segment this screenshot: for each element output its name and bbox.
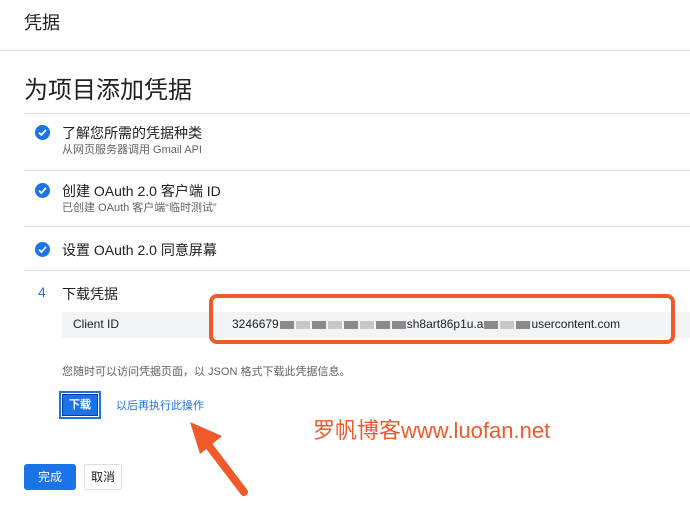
download-button[interactable]: 下载 [59, 391, 101, 419]
step-1-label: 了解您所需的凭据种类 [62, 125, 202, 141]
step-4-label: 下载凭据 [62, 286, 118, 302]
annotation-highlight-box [209, 294, 675, 344]
divider [24, 170, 690, 171]
divider [24, 270, 690, 271]
client-id-key: Client ID [73, 317, 120, 331]
annotation-arrow-icon [190, 422, 248, 496]
check-circle-icon [35, 183, 50, 198]
divider [24, 113, 690, 114]
step-3-label: 设置 OAuth 2.0 同意屏幕 [62, 242, 217, 258]
step-2-subtitle: 已创建 OAuth 客户端“临时测试” [62, 202, 217, 214]
step-2-label: 创建 OAuth 2.0 客户端 ID [62, 183, 221, 199]
check-circle-icon [35, 125, 50, 140]
header-title: 凭据 [24, 13, 60, 33]
step-1-subtitle: 从网页服务器调用 Gmail API [62, 144, 202, 156]
divider [24, 226, 690, 227]
check-circle-icon [35, 242, 50, 257]
cancel-button[interactable]: 取消 [84, 464, 122, 490]
watermark-text: 罗帆博客www.luofan.net [313, 418, 551, 443]
step-4-number: 4 [38, 284, 46, 300]
do-later-link[interactable]: 以后再执行此操作 [116, 397, 204, 413]
page-title: 为项目添加凭据 [24, 77, 192, 104]
top-header: 凭据 [0, 0, 690, 51]
download-hint: 您随时可以访问凭据页面，以 JSON 格式下载此凭据信息。 [62, 366, 351, 378]
done-button[interactable]: 完成 [24, 464, 76, 490]
